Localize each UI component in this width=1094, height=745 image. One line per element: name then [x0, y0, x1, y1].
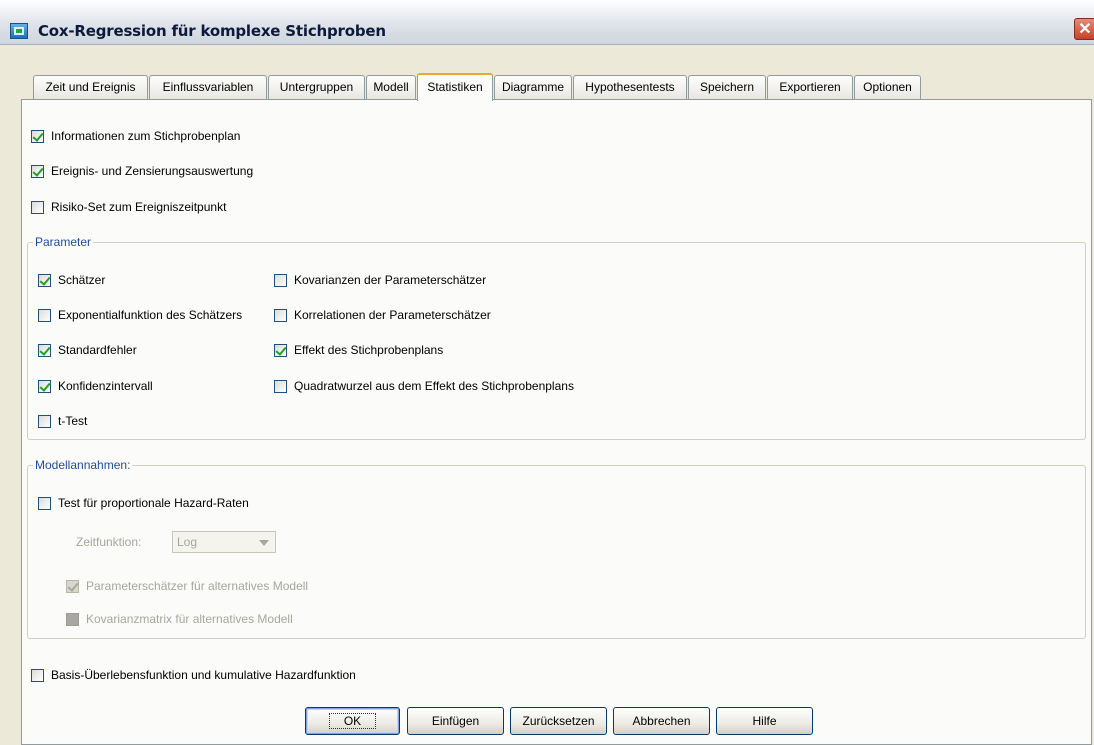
option-exponentiated-estimates[interactable]: Exponentialfunktion des Schätzers	[38, 306, 242, 324]
tab-optionen[interactable]: Optionen	[854, 75, 921, 100]
checkbox[interactable]	[31, 668, 44, 682]
paste-button[interactable]: Einfügen	[407, 707, 504, 735]
window-title: Cox-Regression für komplexe Stichproben	[38, 22, 386, 40]
time-function-select[interactable]: Log	[172, 531, 276, 553]
checkbox[interactable]	[38, 273, 51, 287]
checkbox[interactable]	[274, 273, 287, 287]
checkbox[interactable]	[66, 612, 79, 626]
option-event-censoring-summary[interactable]: Ereignis- und Zensierungsauswertung	[31, 162, 253, 180]
option-sampling-plan-info[interactable]: Informationen zum Stichprobenplan	[31, 127, 240, 145]
checkbox[interactable]	[66, 579, 79, 593]
chevron-down-icon	[259, 540, 269, 546]
option-proportional-hazards-test[interactable]: Test für proportionale Hazard-Raten	[38, 494, 249, 512]
checkbox[interactable]	[38, 414, 51, 428]
checkbox[interactable]	[274, 308, 287, 322]
checkbox[interactable]	[274, 379, 287, 393]
tab-speichern[interactable]: Speichern	[688, 75, 766, 100]
parameter-group	[27, 242, 1086, 440]
option-estimates[interactable]: Schätzer	[38, 271, 105, 289]
checkbox[interactable]	[38, 343, 51, 357]
app-icon	[10, 23, 28, 39]
tab-exportieren[interactable]: Exportieren	[767, 75, 853, 100]
option-alt-model-estimates[interactable]: Parameterschätzer für alternatives Model…	[66, 577, 308, 595]
parameter-group-title: Parameter	[33, 235, 94, 249]
option-standard-error[interactable]: Standardfehler	[38, 341, 137, 359]
help-button[interactable]: Hilfe	[716, 707, 813, 735]
close-icon[interactable]: ✕	[1074, 18, 1094, 40]
tab-zeit-und-ereignis[interactable]: Zeit und Ereignis	[33, 75, 148, 100]
checkbox[interactable]	[31, 129, 44, 143]
option-risk-set[interactable]: Risiko-Set zum Ereigniszeitpunkt	[31, 198, 226, 216]
checkbox[interactable]	[38, 308, 51, 322]
checkbox[interactable]	[31, 164, 44, 178]
tab-modell[interactable]: Modell	[366, 75, 416, 100]
tab-untergruppen[interactable]: Untergruppen	[268, 75, 365, 100]
model-assumptions-title: Modellannahmen:	[33, 458, 133, 472]
tab-statistiken[interactable]: Statistiken	[417, 73, 493, 101]
time-function-label: Zeitfunktion:	[76, 535, 142, 549]
option-sqrt-design-effect[interactable]: Quadratwurzel aus dem Effekt des Stichpr…	[274, 377, 574, 395]
option-correlations[interactable]: Korrelationen der Parameterschätzer	[274, 306, 491, 324]
title-bar: Cox-Regression für komplexe Stichproben …	[0, 0, 1094, 45]
ok-button[interactable]: OK	[305, 707, 400, 735]
option-t-test[interactable]: t-Test	[38, 412, 87, 430]
option-covariances[interactable]: Kovarianzen der Parameterschätzer	[274, 271, 486, 289]
option-baseline-survival[interactable]: Basis-Überlebensfunktion und kumulative …	[31, 666, 356, 684]
tab-diagramme[interactable]: Diagramme	[494, 75, 572, 100]
option-design-effect[interactable]: Effekt des Stichprobenplans	[274, 341, 443, 359]
checkbox[interactable]	[38, 496, 51, 510]
checkbox[interactable]	[274, 343, 287, 357]
option-confidence-interval[interactable]: Konfidenzintervall	[38, 377, 153, 395]
tab-hypothesentests[interactable]: Hypothesentests	[573, 75, 687, 100]
checkbox[interactable]	[38, 379, 51, 393]
checkbox[interactable]	[31, 200, 44, 214]
reset-button[interactable]: Zurücksetzen	[510, 707, 607, 735]
cancel-button[interactable]: Abbrechen	[613, 707, 710, 735]
tab-einflussvariablen[interactable]: Einflussvariablen	[149, 75, 267, 100]
option-alt-model-covariance[interactable]: Kovarianzmatrix für alternatives Modell	[66, 610, 293, 628]
